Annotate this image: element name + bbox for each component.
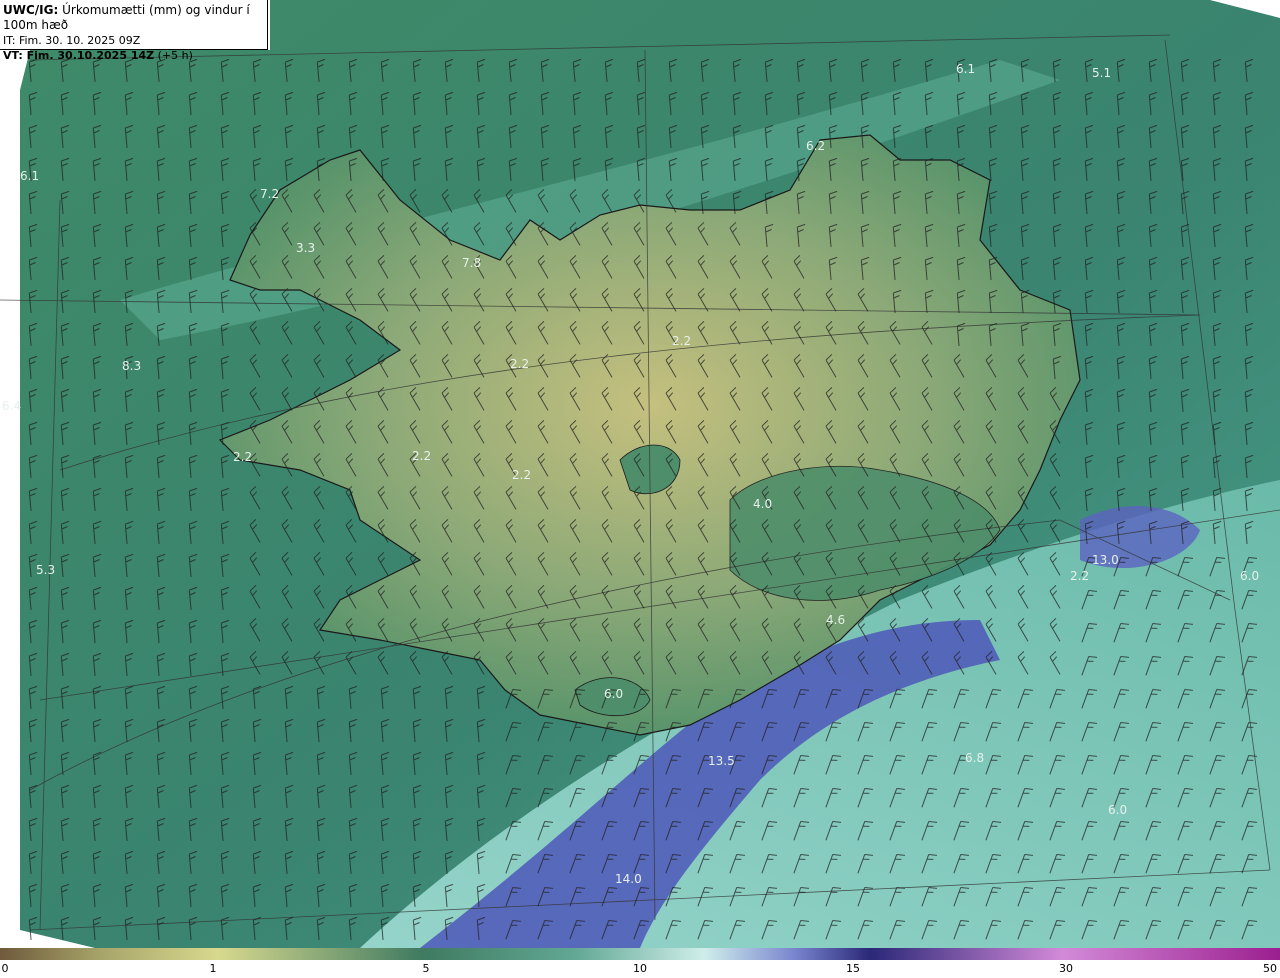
precip-value-label: 2.2 bbox=[1070, 569, 1089, 583]
colorbar-tick: 1 bbox=[209, 962, 217, 975]
precip-value-label: 7.8 bbox=[462, 256, 481, 270]
precip-value-label: 6.0 bbox=[604, 687, 623, 701]
precip-value-label: 13.5 bbox=[708, 754, 735, 768]
issue-time: IT: Fim. 30. 10. 2025 09Z bbox=[3, 34, 141, 47]
precip-value-label: 5.3 bbox=[36, 563, 55, 577]
precip-value-label: 2.2 bbox=[512, 468, 531, 482]
precip-value-label: 3.3 bbox=[296, 241, 315, 255]
precip-value-label: 14.0 bbox=[615, 872, 642, 886]
precip-value-label: 2.2 bbox=[233, 450, 252, 464]
colorbar-tick: 15 bbox=[846, 962, 860, 975]
precip-value-label: 7.2 bbox=[260, 187, 279, 201]
precip-value-label: 6.4 bbox=[2, 399, 21, 413]
colorbar-tick: 5 bbox=[422, 962, 430, 975]
precip-value-label: 4.0 bbox=[753, 497, 772, 511]
precip-value-label: 2.2 bbox=[412, 449, 431, 463]
precip-value-label: 6.1 bbox=[956, 62, 975, 76]
precip-value-label: 2.2 bbox=[510, 357, 529, 371]
precip-value-label: 6.1 bbox=[20, 169, 39, 183]
precip-value-label: 5.1 bbox=[1092, 66, 1111, 80]
precip-value-label: 6.8 bbox=[965, 751, 984, 765]
colorbar-tick: 30 bbox=[1059, 962, 1073, 975]
weather-map: 6.1 7.2 3.3 7.8 8.3 6.4 2.2 2.2 2.2 2.2 2.2 2.2 5.3 4… bbox=[0, 0, 1280, 948]
precip-value-label: 6.0 bbox=[1108, 803, 1127, 817]
lead-time: (+5 h) bbox=[157, 49, 193, 62]
precip-value-label: 4.6 bbox=[826, 613, 845, 627]
precip-colorbar bbox=[0, 948, 1280, 960]
model-name: UWC/IG: bbox=[3, 3, 59, 17]
map-info-box: UWC/IG: Úrkomumætti (mm) og vindur í 100… bbox=[0, 0, 268, 62]
valid-time: VT: Fim. 30.10.2025 14Z bbox=[3, 49, 155, 62]
colorbar-tick: 0 bbox=[1, 962, 9, 975]
colorbar-tick-labels: 0 1 5 10 15 30 50 bbox=[0, 962, 1280, 978]
precip-value-label: 2.2 bbox=[672, 334, 691, 348]
precip-value-label: 6.0 bbox=[1240, 569, 1259, 583]
precip-value-label: 6.2 bbox=[806, 139, 825, 153]
colorbar-tick: 10 bbox=[633, 962, 647, 975]
precip-value-label: 8.3 bbox=[122, 359, 141, 373]
colorbar-tick: 50 bbox=[1263, 962, 1277, 975]
precip-value-label: 13.0 bbox=[1092, 553, 1119, 567]
